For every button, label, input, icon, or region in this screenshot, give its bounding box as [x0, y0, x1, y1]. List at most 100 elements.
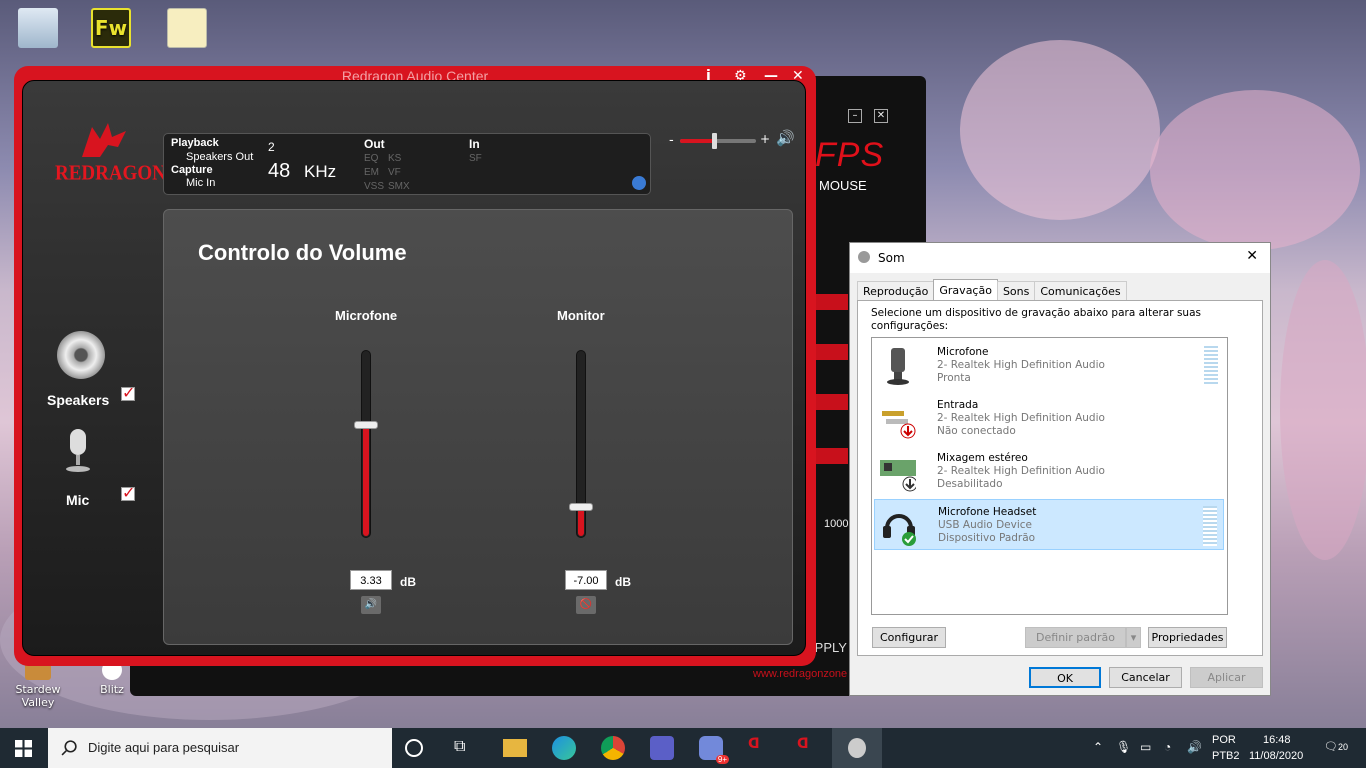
speakers-checkbox[interactable]: ✓ — [121, 385, 135, 401]
slider-knob[interactable] — [354, 421, 378, 429]
redragon-audio-taskbar-icon[interactable]: ᗡ — [797, 736, 821, 760]
db-unit: dB — [615, 575, 631, 589]
tab-reproducao[interactable]: Reprodução — [857, 281, 935, 300]
dpi-value: 1000 — [824, 518, 849, 530]
mouse-button-tab[interactable] — [814, 294, 848, 310]
minimize-icon[interactable]: – — [848, 109, 862, 123]
battery-icon[interactable]: ▭ — [1140, 740, 1151, 754]
mic-label[interactable]: Mic — [66, 492, 89, 508]
sound-dialog[interactable]: Som ✕ Reprodução Gravação Sons Comunicaç… — [849, 242, 1271, 696]
apply-button[interactable]: Aplicar — [1190, 667, 1263, 688]
out-option: EQ — [364, 153, 379, 164]
set-default-button[interactable]: Definir padrão — [1025, 627, 1126, 648]
properties-button[interactable]: Propriedades — [1148, 627, 1227, 648]
device-status: Dispositivo Padrão — [938, 532, 1036, 544]
task-view-icon[interactable]: ⧉ — [454, 736, 478, 760]
line-in-icon — [882, 411, 916, 439]
capture-device: Mic In — [186, 177, 216, 189]
notifications-icon[interactable]: 🗨20 — [1324, 740, 1348, 753]
speakers-label[interactable]: Speakers — [47, 392, 109, 408]
discord-icon[interactable]: 9+ — [699, 736, 729, 764]
mouse-button-tab[interactable] — [814, 344, 848, 360]
ok-button[interactable]: OK — [1029, 667, 1101, 688]
level-meter — [1203, 506, 1217, 546]
list-item[interactable]: Microfone 2- Realtek High Definition Aud… — [874, 340, 1224, 391]
master-volume-knob[interactable] — [712, 133, 717, 149]
wallpaper-blossom — [1150, 90, 1360, 250]
notification-count: 20 — [1337, 742, 1348, 752]
mic-checkbox[interactable]: ✓ — [121, 485, 135, 501]
speaker-app-icon — [848, 738, 866, 758]
close-icon[interactable]: ✕ — [1246, 248, 1258, 264]
keyboard-layout-label[interactable]: PTB2 — [1212, 750, 1240, 762]
monitor-volume-slider[interactable] — [569, 350, 593, 538]
muted-icon[interactable]: 🚫 — [576, 596, 596, 614]
document-file-icon[interactable] — [152, 8, 222, 51]
out-option: VF — [388, 167, 401, 178]
mute-toggle-icon[interactable]: 🔊 — [361, 596, 381, 614]
volume-control-panel: Controlo do Volume Microfone 3.33 dB 🔊 M… — [163, 209, 793, 645]
master-volume-slider[interactable] — [680, 133, 756, 149]
microfone-volume-slider[interactable] — [354, 350, 378, 538]
device-driver: 2- Realtek High Definition Audio — [937, 412, 1105, 424]
recording-device-list[interactable]: Microfone 2- Realtek High Definition Aud… — [871, 337, 1228, 615]
search-box[interactable]: Digite aqui para pesquisar — [48, 728, 392, 768]
microfone-db-input[interactable]: 3.33 — [350, 570, 392, 590]
device-driver: USB Audio Device — [938, 519, 1032, 531]
sound-taskbar-item[interactable] — [832, 728, 882, 768]
tab-comunicacoes[interactable]: Comunicações — [1034, 281, 1127, 300]
configure-button[interactable]: Configurar — [872, 627, 946, 648]
discord-badge: 9+ — [715, 755, 729, 764]
search-placeholder: Digite aqui para pesquisar — [88, 740, 240, 755]
tab-gravacao[interactable]: Gravação — [933, 279, 998, 300]
list-item[interactable]: Microfone Headset USB Audio Device Dispo… — [874, 499, 1224, 550]
tab-bar: Reprodução Gravação Sons Comunicações — [857, 279, 1127, 300]
file-explorer-icon[interactable] — [503, 739, 527, 757]
mouse-button-tab[interactable] — [814, 448, 848, 464]
stardew-valley-icon[interactable]: Stardew Valley — [3, 660, 73, 709]
fireworks-app-icon[interactable]: Fw — [76, 8, 146, 51]
redragon-mouse-taskbar-icon[interactable]: ᗡ — [748, 736, 772, 760]
chevron-down-icon[interactable]: ▾ — [1126, 627, 1141, 648]
cortana-icon[interactable] — [405, 739, 423, 757]
recycle-bin-icon[interactable] — [3, 8, 73, 51]
device-driver: 2- Realtek High Definition Audio — [937, 465, 1105, 477]
tab-sons[interactable]: Sons — [996, 281, 1036, 300]
mic-icon[interactable] — [63, 429, 93, 473]
redragon-audio-center-window[interactable]: Redragon Audio Center i ⚙ — ✕ REDRAGON P… — [14, 66, 816, 666]
redragon-logo: REDRAGON — [55, 161, 166, 185]
speaker-volume-icon[interactable]: 🔊 — [776, 129, 795, 147]
out-option: SMX — [388, 181, 410, 192]
chrome-icon[interactable] — [601, 736, 625, 760]
device-name: Microfone — [937, 346, 989, 358]
slider-knob[interactable] — [569, 503, 593, 511]
teams-icon[interactable] — [650, 736, 674, 760]
master-volume-minus[interactable]: - — [669, 133, 674, 148]
search-icon — [61, 740, 77, 756]
website-link[interactable]: www.redragonzone — [753, 668, 847, 680]
swap-icon[interactable] — [632, 176, 646, 190]
list-item[interactable]: Entrada 2- Realtek High Definition Audio… — [874, 393, 1224, 444]
device-driver: 2- Realtek High Definition Audio — [937, 359, 1105, 371]
chevron-up-icon[interactable]: ⌃ — [1093, 740, 1103, 754]
speakers-icon[interactable] — [57, 331, 105, 379]
edge-icon[interactable] — [552, 736, 576, 760]
clock-date[interactable]: 11/08/2020 — [1249, 750, 1303, 762]
out-option: EM — [364, 167, 379, 178]
capture-label: Capture — [171, 164, 213, 176]
language-label[interactable]: POR — [1212, 734, 1236, 746]
microphone-icon[interactable]: 🎙 — [1116, 740, 1131, 754]
monitor-db-input[interactable]: -7.00 — [565, 570, 607, 590]
list-item[interactable]: Mixagem estéreo 2- Realtek High Definiti… — [874, 446, 1224, 497]
windows-start-icon[interactable] — [15, 740, 32, 757]
volume-icon[interactable]: 🔊 — [1187, 740, 1202, 754]
out-option: VSS — [364, 181, 385, 192]
clock-time[interactable]: 16:48 — [1263, 734, 1291, 746]
device-name: Mixagem estéreo — [937, 452, 1028, 464]
device-status: Pronta — [937, 372, 971, 384]
mouse-button-tab[interactable] — [814, 394, 848, 410]
master-volume-plus[interactable]: + — [760, 132, 770, 146]
wifi-icon[interactable]: ◔ — [1164, 740, 1171, 754]
close-icon[interactable]: ✕ — [874, 109, 888, 123]
cancel-button[interactable]: Cancelar — [1109, 667, 1182, 688]
